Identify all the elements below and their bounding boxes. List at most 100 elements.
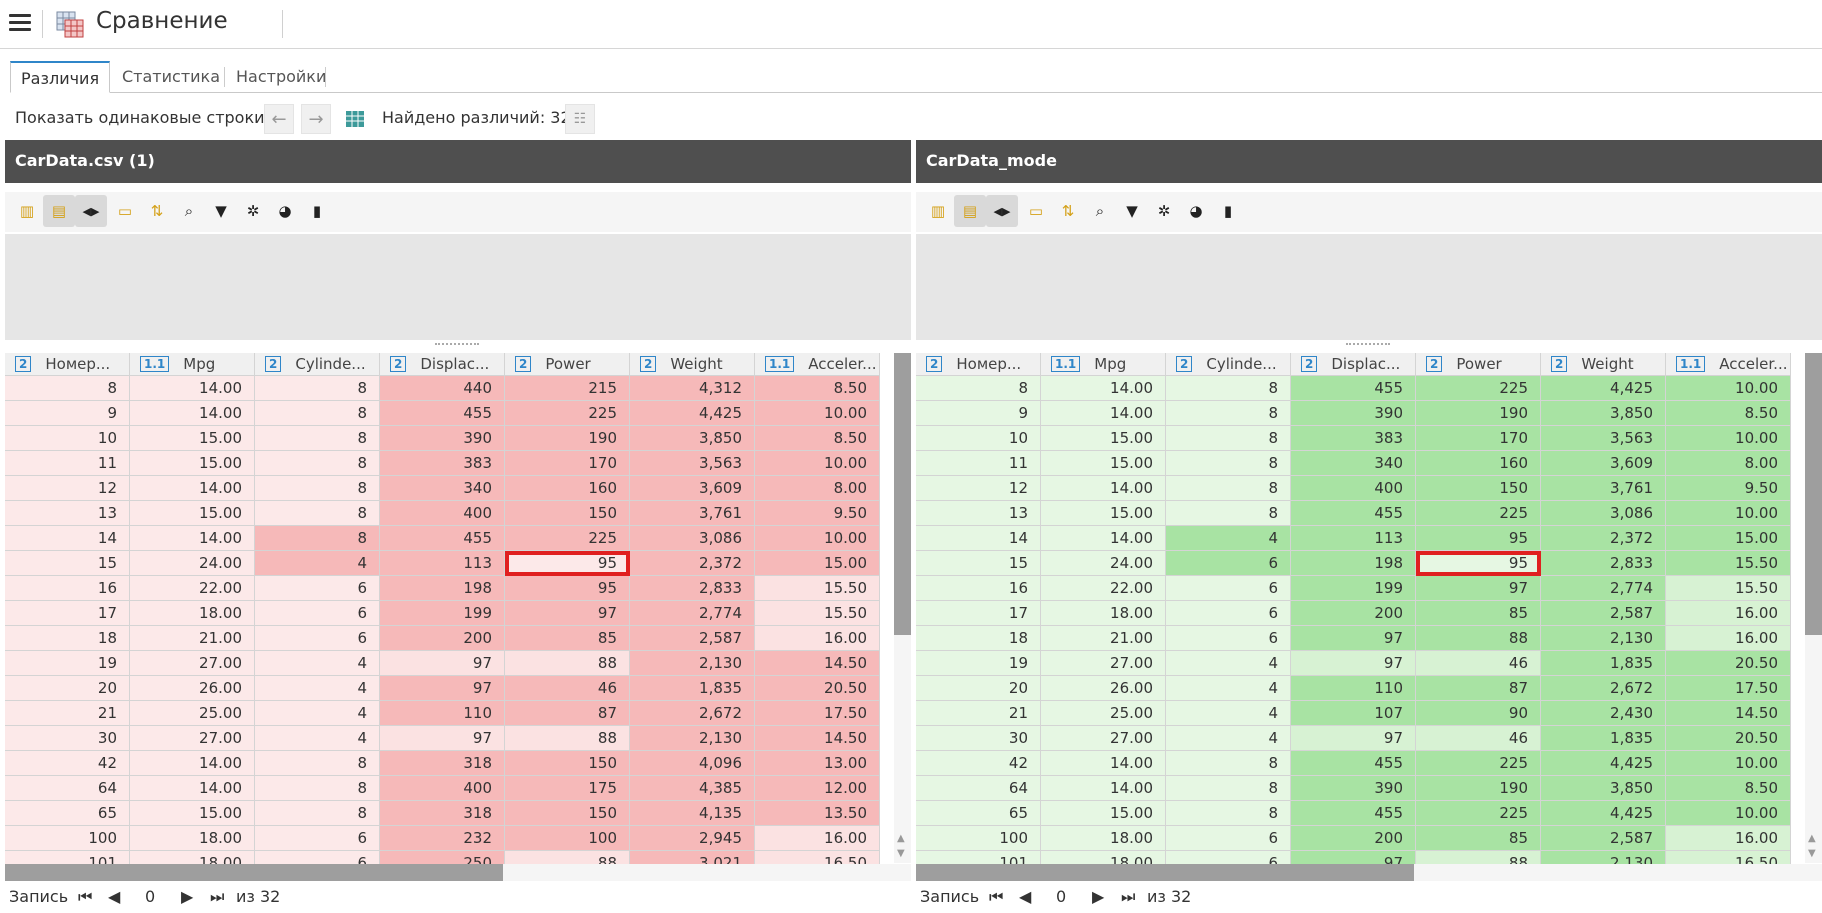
table-cell[interactable]: 20: [916, 676, 1041, 701]
table-cell[interactable]: 4,312: [630, 376, 755, 401]
table-row[interactable]: 12 14.00 8 340 160 3,609 8.00: [5, 476, 880, 501]
table-cell[interactable]: 4,425: [1541, 801, 1666, 826]
column-header[interactable]: 2 Power: [1416, 353, 1541, 376]
table-cell[interactable]: 21: [5, 701, 130, 726]
table-cell[interactable]: 21.00: [1041, 626, 1166, 651]
table-cell[interactable]: 8.00: [1666, 451, 1791, 476]
table-cell[interactable]: 14.00: [130, 401, 255, 426]
table-cell[interactable]: 42: [916, 751, 1041, 776]
table-cell[interactable]: 13.00: [755, 751, 880, 776]
table-cell[interactable]: 455: [380, 526, 505, 551]
table-row[interactable]: 100 18.00 6 200 85 2,587 16.00: [916, 826, 1791, 851]
table-row[interactable]: 9 14.00 8 390 190 3,850 8.50: [916, 401, 1791, 426]
table-row[interactable]: 65 15.00 8 455 225 4,425 10.00: [916, 801, 1791, 826]
table-row[interactable]: 100 18.00 6 232 100 2,945 16.00: [5, 826, 880, 851]
table-cell[interactable]: 9.50: [755, 501, 880, 526]
table-cell[interactable]: 225: [1416, 751, 1541, 776]
table-cell[interactable]: 64: [5, 776, 130, 801]
table-cell[interactable]: 8: [255, 526, 380, 551]
palette-icon[interactable]: ◕: [269, 195, 301, 227]
table-cell[interactable]: 215: [505, 376, 630, 401]
table-cell[interactable]: 11: [916, 451, 1041, 476]
table-cell[interactable]: 318: [380, 751, 505, 776]
tab-statistics[interactable]: Статистика: [112, 61, 230, 93]
table-row[interactable]: 15 24.00 6 198 95 2,833 15.50: [916, 551, 1791, 576]
table-cell[interactable]: 18.00: [1041, 826, 1166, 851]
column-header[interactable]: 1.1 Acceler...: [755, 353, 880, 376]
table-cell[interactable]: 10.00: [755, 451, 880, 476]
table-cell[interactable]: 15.00: [1041, 451, 1166, 476]
table-cell[interactable]: 12.00: [755, 776, 880, 801]
table-cell[interactable]: 87: [505, 701, 630, 726]
table-cell[interactable]: 1,835: [630, 676, 755, 701]
table-cell[interactable]: 8: [255, 776, 380, 801]
resize-icon[interactable]: ◀▶: [986, 195, 1018, 227]
table-row[interactable]: 14 14.00 4 113 95 2,372 15.00: [916, 526, 1791, 551]
table-cell[interactable]: 110: [1291, 676, 1416, 701]
table-cell[interactable]: 2,130: [630, 651, 755, 676]
table-cell[interactable]: 14.00: [1041, 401, 1166, 426]
table-cell[interactable]: 88: [505, 651, 630, 676]
table-cell[interactable]: 390: [380, 426, 505, 451]
table-cell[interactable]: 4,385: [630, 776, 755, 801]
column-header[interactable]: 2 Номер...: [5, 353, 130, 376]
table-cell[interactable]: 170: [505, 451, 630, 476]
table-cell[interactable]: 27.00: [130, 651, 255, 676]
table-cell[interactable]: 6: [1166, 826, 1291, 851]
table-cell[interactable]: 14.00: [130, 751, 255, 776]
table-row[interactable]: 64 14.00 8 400 175 4,385 12.00: [5, 776, 880, 801]
table-cell[interactable]: 100: [916, 826, 1041, 851]
table-cell[interactable]: 8: [1166, 501, 1291, 526]
table-cell[interactable]: 21: [916, 701, 1041, 726]
table-cell[interactable]: 2,372: [630, 551, 755, 576]
table-cell[interactable]: 24.00: [130, 551, 255, 576]
table-cell[interactable]: 97: [380, 651, 505, 676]
table-row[interactable]: 64 14.00 8 390 190 3,850 8.50: [916, 776, 1791, 801]
table-cell[interactable]: 8.50: [1666, 401, 1791, 426]
table-cell[interactable]: 3,850: [1541, 401, 1666, 426]
next-record-icon[interactable]: ▶: [181, 887, 193, 906]
table-cell[interactable]: 15.00: [130, 501, 255, 526]
table-cell[interactable]: 4,135: [630, 801, 755, 826]
table-cell[interactable]: 9: [916, 401, 1041, 426]
table-cell[interactable]: 4: [255, 676, 380, 701]
table-cell[interactable]: 199: [380, 601, 505, 626]
table-cell[interactable]: 10.00: [1666, 501, 1791, 526]
table-cell[interactable]: 24.00: [1041, 551, 1166, 576]
table-cell[interactable]: 3,563: [630, 451, 755, 476]
table-cell[interactable]: 8: [255, 401, 380, 426]
table-cell[interactable]: 12: [916, 476, 1041, 501]
table-cell[interactable]: 8: [1166, 401, 1291, 426]
table-cell[interactable]: 190: [1416, 401, 1541, 426]
table-cell[interactable]: 8: [255, 751, 380, 776]
table-cell[interactable]: 4: [255, 551, 380, 576]
table-cell[interactable]: 15.00: [1041, 801, 1166, 826]
table-cell[interactable]: 8.00: [755, 476, 880, 501]
table-cell[interactable]: 19: [5, 651, 130, 676]
table-cell[interactable]: 340: [380, 476, 505, 501]
table-cell[interactable]: 8: [255, 476, 380, 501]
table-cell[interactable]: 85: [1416, 601, 1541, 626]
record-number[interactable]: 0: [145, 887, 155, 906]
column-header[interactable]: 2 Weight: [630, 353, 755, 376]
table-cell[interactable]: 6: [1166, 576, 1291, 601]
table-cell[interactable]: 95: [505, 576, 630, 601]
table-cell[interactable]: 175: [505, 776, 630, 801]
table-cell[interactable]: 46: [505, 676, 630, 701]
table-cell[interactable]: 97: [1291, 651, 1416, 676]
table-cell[interactable]: 113: [380, 551, 505, 576]
table-cell[interactable]: 2,587: [1541, 826, 1666, 851]
table-row[interactable]: 19 27.00 4 97 88 2,130 14.50: [5, 651, 880, 676]
table-cell[interactable]: 3,850: [1541, 776, 1666, 801]
table-cell[interactable]: 15.50: [1666, 551, 1791, 576]
table-cell[interactable]: 8: [1166, 376, 1291, 401]
table-cell[interactable]: 400: [380, 501, 505, 526]
table-cell[interactable]: 25.00: [130, 701, 255, 726]
table-row[interactable]: 30 27.00 4 97 46 1,835 20.50: [916, 726, 1791, 751]
table-cell[interactable]: 95: [505, 551, 630, 576]
table-row[interactable]: 11 15.00 8 340 160 3,609 8.00: [916, 451, 1791, 476]
columns-icon[interactable]: ▥: [922, 195, 954, 227]
table-cell[interactable]: 85: [1416, 826, 1541, 851]
table-cell[interactable]: 97: [1291, 626, 1416, 651]
scroll-thumb[interactable]: [916, 864, 1414, 881]
